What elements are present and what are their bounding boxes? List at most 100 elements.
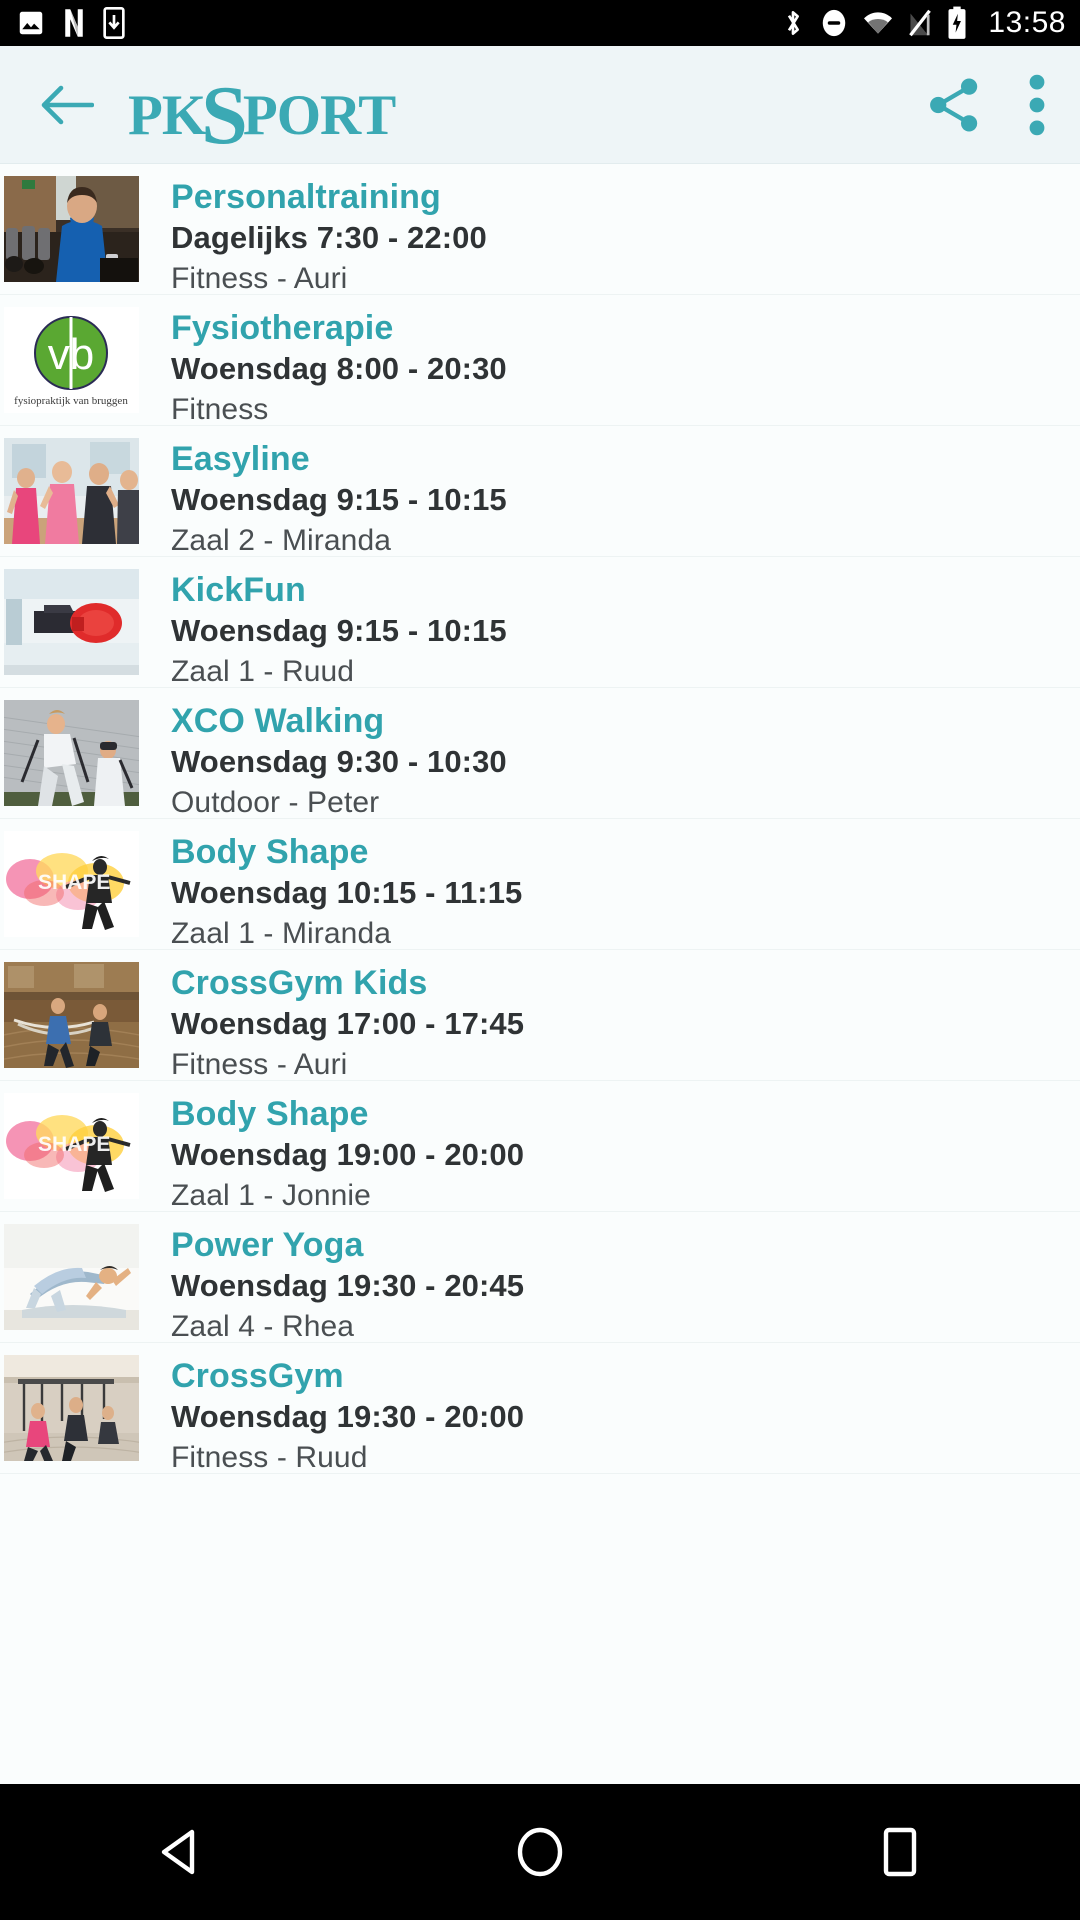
list-item[interactable]: Personaltraining Dagelijks 7:30 - 22:00 … [0,164,1080,295]
list-item-title: CrossGym [171,1357,344,1395]
list-item-text: Body Shape Woensdag 19:00 - 20:00 Zaal 1… [171,1093,1080,1214]
list-item-thumbnail [4,176,139,282]
list-item-text: CrossGym Kids Woensdag 17:00 - 17:45 Fit… [171,962,1080,1083]
share-icon [930,78,978,131]
group-fitness-thumbnail-image [4,438,139,544]
list-item-time: Woensdag 17:00 - 17:45 [171,1006,525,1042]
svg-text:vb: vb [48,330,94,379]
app-bar: PKSPORT [0,46,1080,164]
recents-square-icon [883,1827,917,1877]
svg-text:SHAPE: SHAPE [38,871,110,894]
list-item[interactable]: CrossGym Woensdag 19:30 - 20:00 Fitness … [0,1343,1080,1474]
list-item[interactable]: CrossGym Kids Woensdag 17:00 - 17:45 Fit… [0,950,1080,1081]
bluetooth-icon [788,10,800,35]
list-item[interactable]: Power Yoga Woensdag 19:30 - 20:45 Zaal 4… [0,1212,1080,1343]
list-item-title: Personaltraining [171,178,441,216]
xco-walking-thumbnail-image [4,700,139,806]
home-circle-icon [517,1827,563,1877]
system-navigation-bar [0,1784,1080,1920]
back-button[interactable] [40,83,102,127]
body-shape-logo-thumbnail-image: SHAPE [4,1093,139,1199]
list-item-title: Body Shape [171,1095,369,1133]
nav-recents-button[interactable] [800,1827,1000,1877]
list-item-time: Woensdag 19:30 - 20:45 [171,1268,525,1304]
list-item-location: Outdoor - Peter [171,785,380,819]
svg-text:SHAPE: SHAPE [38,1133,110,1156]
list-item-location: Fitness - Ruud [171,1440,368,1474]
list-item[interactable]: Easyline Woensdag 9:15 - 10:15 Zaal 2 - … [0,426,1080,557]
list-item-location: Zaal 1 - Miranda [171,916,392,950]
app-logo-text: PKSPORT [128,65,396,157]
back-arrow-icon [41,85,94,124]
list-item-location: Zaal 1 - Ruud [171,654,355,688]
list-item[interactable]: KickFun Woensdag 9:15 - 10:15 Zaal 1 - R… [0,557,1080,688]
phone-screen: 13:58 PKSPORT Personaltraining Dagelijks… [0,0,1080,1920]
list-item[interactable]: SHAPE Body Shape Woensdag 19:00 - 20:00 … [0,1081,1080,1212]
app-logo-s: S [201,68,248,162]
list-item-location: Fitness - Auri [171,261,348,295]
list-item[interactable]: SHAPE Body Shape Woensdag 10:15 - 11:15 … [0,819,1080,950]
app-logo-port: PORT [242,83,396,147]
list-item-time: Woensdag 9:15 - 10:15 [171,482,507,518]
list-item-text: CrossGym Woensdag 19:30 - 20:00 Fitness … [171,1355,1080,1476]
list-item-thumbnail: SHAPE [4,831,139,937]
list-item-time: Woensdag 19:00 - 20:00 [171,1137,525,1173]
list-item-time: Woensdag 19:30 - 20:00 [171,1399,525,1435]
overflow-menu-button[interactable] [1028,74,1046,136]
list-item-thumbnail [4,962,139,1068]
power-yoga-thumbnail-image [4,1224,139,1330]
status-bar-left-icons [16,7,126,39]
back-triangle-icon [161,1829,195,1875]
app-logo-pk: PK [128,83,206,147]
list-item-text: Body Shape Woensdag 10:15 - 11:15 Zaal 1… [171,831,1080,952]
list-item-title: KickFun [171,571,306,609]
list-item-text: Fysiotherapie Woensdag 8:00 - 20:30 Fitn… [171,307,1080,428]
list-item-thumbnail [4,1355,139,1461]
list-item[interactable]: XCO Walking Woensdag 9:30 - 10:30 Outdoo… [0,688,1080,819]
list-item-thumbnail [4,1224,139,1330]
svg-text:fysiopraktijk van bruggen: fysiopraktijk van bruggen [14,395,128,407]
list-item-thumbnail: SHAPE [4,1093,139,1199]
list-item-text: KickFun Woensdag 9:15 - 10:15 Zaal 1 - R… [171,569,1080,690]
download-icon [103,7,125,39]
app-bar-actions [926,74,1046,136]
list-item-text: XCO Walking Woensdag 9:30 - 10:30 Outdoo… [171,700,1080,821]
share-button[interactable] [926,76,982,134]
list-item-time: Woensdag 10:15 - 11:15 [171,875,523,911]
gym-trainer-thumbnail-image [4,176,139,282]
list-item-time: Woensdag 8:00 - 20:30 [171,351,507,387]
list-item-thumbnail: vb fysiopraktijk van bruggen [4,307,139,413]
gallery-icon [19,11,43,35]
list-item-title: CrossGym Kids [171,964,428,1002]
list-item-thumbnail [4,700,139,806]
list-item-location: Zaal 4 - Rhea [171,1309,355,1343]
list-item-title: XCO Walking [171,702,385,740]
list-item-location: Zaal 2 - Miranda [171,523,392,557]
list-item-location: Fitness [171,392,269,426]
do-not-disturb-icon [823,9,846,37]
list-item-time: Woensdag 9:30 - 10:30 [171,744,507,780]
battery-charging-icon [948,6,966,39]
status-bar-clock: 13:58 [988,6,1066,39]
nav-back-button[interactable] [80,1828,280,1876]
wifi-icon [864,12,893,34]
status-bar: 13:58 [0,0,1080,46]
list-item-text: Power Yoga Woensdag 19:30 - 20:45 Zaal 4… [171,1224,1080,1345]
more-vertical-icon [1029,74,1045,135]
list-item-title: Power Yoga [171,1226,364,1264]
netflix-n-icon [65,9,83,37]
list-item-title: Easyline [171,440,310,478]
list-item[interactable]: vb fysiopraktijk van bruggen Fysiotherap… [0,295,1080,426]
nav-home-button[interactable] [440,1826,640,1878]
list-item-title: Body Shape [171,833,369,871]
list-item-location: Zaal 1 - Jonnie [171,1178,371,1212]
list-item-text: Personaltraining Dagelijks 7:30 - 22:00 … [171,176,1080,297]
crossgym-thumbnail-image [4,1355,139,1461]
list-item-thumbnail [4,569,139,675]
status-bar-right-icons: 13:58 [780,6,1066,40]
kickboxing-thumbnail-image [4,569,139,675]
list-item-title: Fysiotherapie [171,309,394,347]
body-shape-logo-thumbnail-image: SHAPE [4,831,139,937]
list-item-location: Fitness - Auri [171,1047,348,1081]
schedule-list[interactable]: Personaltraining Dagelijks 7:30 - 22:00 … [0,164,1080,1920]
